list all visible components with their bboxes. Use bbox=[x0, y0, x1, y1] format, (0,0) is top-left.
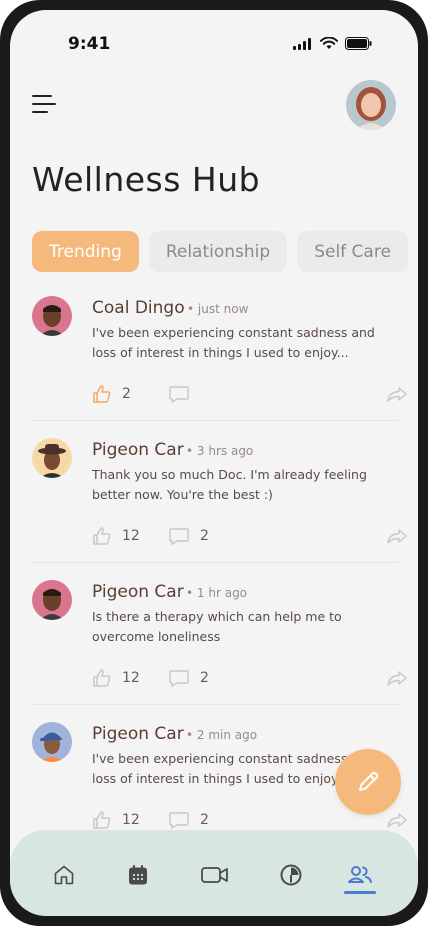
post-actions: 12 2 bbox=[92, 668, 407, 692]
home-icon bbox=[54, 865, 74, 885]
hamburger-menu-icon[interactable] bbox=[32, 95, 58, 117]
like-button[interactable]: 12 bbox=[92, 668, 140, 688]
post-actions: 12 2 bbox=[92, 526, 407, 550]
divider bbox=[32, 420, 398, 421]
nav-community[interactable] bbox=[345, 860, 375, 890]
thumbs-up-icon bbox=[93, 527, 111, 545]
signal-icon bbox=[293, 37, 311, 50]
author-avatar[interactable] bbox=[32, 722, 72, 762]
post-author[interactable]: Pigeon Car bbox=[92, 440, 184, 460]
status-time: 9:41 bbox=[68, 34, 111, 54]
comment-button[interactable]: 2 bbox=[168, 668, 209, 688]
like-count: 12 bbox=[122, 528, 140, 544]
video-icon bbox=[201, 867, 228, 883]
calendar-icon bbox=[129, 865, 147, 885]
share-icon bbox=[387, 671, 407, 686]
post-body[interactable]: Thank you so much Doc. I'm already feeli… bbox=[92, 465, 382, 505]
like-button[interactable]: 12 bbox=[92, 526, 140, 546]
post-time: • 3 hrs ago bbox=[186, 444, 254, 458]
comment-count: 2 bbox=[200, 528, 209, 544]
comment-button[interactable]: 2 bbox=[168, 526, 209, 546]
share-button[interactable] bbox=[386, 526, 408, 550]
comment-count: 2 bbox=[200, 670, 209, 686]
bottom-navigation bbox=[10, 830, 418, 916]
user-avatar[interactable] bbox=[346, 80, 396, 130]
post-card[interactable]: Pigeon Car • 1 hr ago Is there a therapy… bbox=[32, 576, 407, 708]
pencil-icon bbox=[359, 771, 379, 791]
divider bbox=[32, 562, 398, 563]
status-icons bbox=[293, 37, 372, 50]
phone-frame: 9:41 Wellness Hub Trending Relationship … bbox=[0, 0, 428, 926]
comment-button[interactable]: 2 bbox=[168, 810, 209, 830]
nav-calendar[interactable] bbox=[123, 860, 153, 890]
post-body[interactable]: Is there a therapy which can help me to … bbox=[92, 607, 382, 647]
community-icon bbox=[348, 866, 372, 883]
tab-self-care[interactable]: Self Care bbox=[297, 231, 408, 272]
like-count: 12 bbox=[122, 670, 140, 686]
thumbs-up-icon bbox=[93, 669, 111, 687]
share-button[interactable] bbox=[386, 668, 408, 692]
post-card[interactable]: Coal Dingo • just now I've been experien… bbox=[32, 292, 407, 424]
battery-icon bbox=[345, 37, 372, 50]
app-screen: 9:41 Wellness Hub Trending Relationship … bbox=[10, 10, 418, 916]
post-author[interactable]: Coal Dingo bbox=[92, 298, 185, 318]
page-title: Wellness Hub bbox=[32, 160, 261, 199]
author-avatar[interactable] bbox=[32, 438, 72, 478]
active-tab-indicator bbox=[344, 891, 376, 894]
tab-bar: Trending Relationship Self Care bbox=[32, 231, 408, 272]
post-time: • 2 min ago bbox=[186, 728, 258, 742]
post-card[interactable]: Pigeon Car • 3 hrs ago Thank you so much… bbox=[32, 434, 407, 566]
status-bar: 9:41 bbox=[10, 10, 418, 70]
progress-icon bbox=[280, 864, 302, 886]
like-button[interactable]: 12 bbox=[92, 810, 140, 830]
post-time: • just now bbox=[187, 302, 249, 316]
author-avatar[interactable] bbox=[32, 296, 72, 336]
thumbs-up-icon bbox=[93, 811, 111, 829]
divider bbox=[32, 704, 398, 705]
author-avatar[interactable] bbox=[32, 580, 72, 620]
nav-home[interactable] bbox=[49, 860, 79, 890]
share-icon bbox=[387, 529, 407, 544]
share-icon bbox=[387, 387, 407, 402]
post-author[interactable]: Pigeon Car bbox=[92, 724, 184, 744]
post-time: • 1 hr ago bbox=[186, 586, 248, 600]
nav-progress[interactable] bbox=[276, 860, 306, 890]
like-count: 2 bbox=[122, 386, 131, 402]
wifi-icon bbox=[320, 37, 338, 49]
post-body[interactable]: I've been experiencing constant sadness … bbox=[92, 323, 382, 363]
comment-icon bbox=[169, 528, 189, 546]
share-icon bbox=[387, 813, 407, 828]
thumbs-up-icon bbox=[93, 385, 111, 403]
comment-icon bbox=[169, 670, 189, 688]
new-post-button[interactable] bbox=[335, 749, 401, 815]
like-count: 12 bbox=[122, 812, 140, 828]
post-actions: 2 bbox=[92, 384, 407, 408]
nav-video[interactable] bbox=[200, 860, 230, 890]
share-button[interactable] bbox=[386, 384, 408, 408]
comment-button[interactable] bbox=[168, 384, 200, 404]
like-button[interactable]: 2 bbox=[92, 384, 131, 404]
comment-count: 2 bbox=[200, 812, 209, 828]
tab-trending[interactable]: Trending bbox=[32, 231, 139, 272]
tab-relationship[interactable]: Relationship bbox=[148, 231, 288, 272]
post-author[interactable]: Pigeon Car bbox=[92, 582, 184, 602]
comment-icon bbox=[169, 812, 189, 830]
comment-icon bbox=[169, 386, 189, 404]
